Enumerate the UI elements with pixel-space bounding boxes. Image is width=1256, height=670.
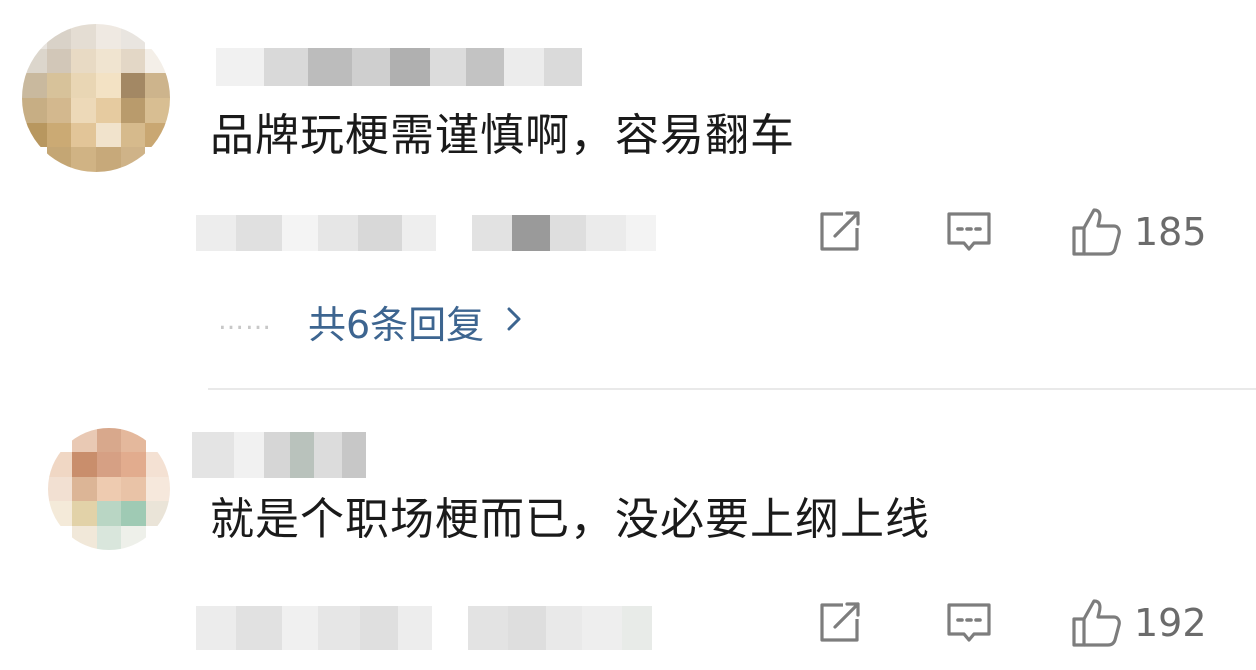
chevron-right-icon [506, 305, 522, 337]
thumbs-up-icon [1070, 597, 1124, 649]
like-button[interactable]: 192 [1070, 598, 1207, 648]
username-blurred[interactable] [216, 48, 582, 86]
view-replies-link[interactable]: …… 共6条回复 [218, 294, 522, 349]
like-count: 192 [1134, 601, 1207, 645]
comment-button[interactable] [944, 207, 994, 257]
comment-icon [944, 209, 994, 255]
share-button[interactable] [815, 207, 865, 257]
comment-actions: 192 [0, 598, 1256, 650]
share-button[interactable] [815, 598, 865, 648]
comment-button[interactable] [944, 598, 994, 648]
comment-list: 品牌玩梗需谨慎啊，容易翻车 185 …… 共6条回复 就是个职场梗而已，没必要上… [0, 0, 1256, 670]
comment-actions: 185 [0, 207, 1256, 257]
username-blurred[interactable] [192, 432, 366, 478]
comment-item: 品牌玩梗需谨慎啊，容易翻车 185 …… 共6条回复 [0, 0, 1256, 388]
avatar[interactable] [48, 428, 170, 550]
comment-text: 品牌玩梗需谨慎啊，容易翻车 [210, 110, 795, 161]
avatar[interactable] [22, 24, 170, 172]
timestamp-location-blurred [196, 606, 652, 650]
timestamp-location-blurred [196, 215, 656, 251]
like-count: 185 [1134, 210, 1207, 254]
comment-text: 就是个职场梗而已，没必要上纲上线 [210, 494, 930, 545]
thumbs-up-icon [1070, 206, 1124, 258]
like-button[interactable]: 185 [1070, 207, 1207, 257]
share-icon [815, 209, 865, 255]
comment-icon [944, 600, 994, 646]
comment-item: 就是个职场梗而已，没必要上纲上线 192 [0, 390, 1256, 670]
replies-count-label[interactable]: 共6条回复 [308, 294, 484, 349]
share-icon [815, 600, 865, 646]
replies-dots: …… [218, 306, 272, 336]
